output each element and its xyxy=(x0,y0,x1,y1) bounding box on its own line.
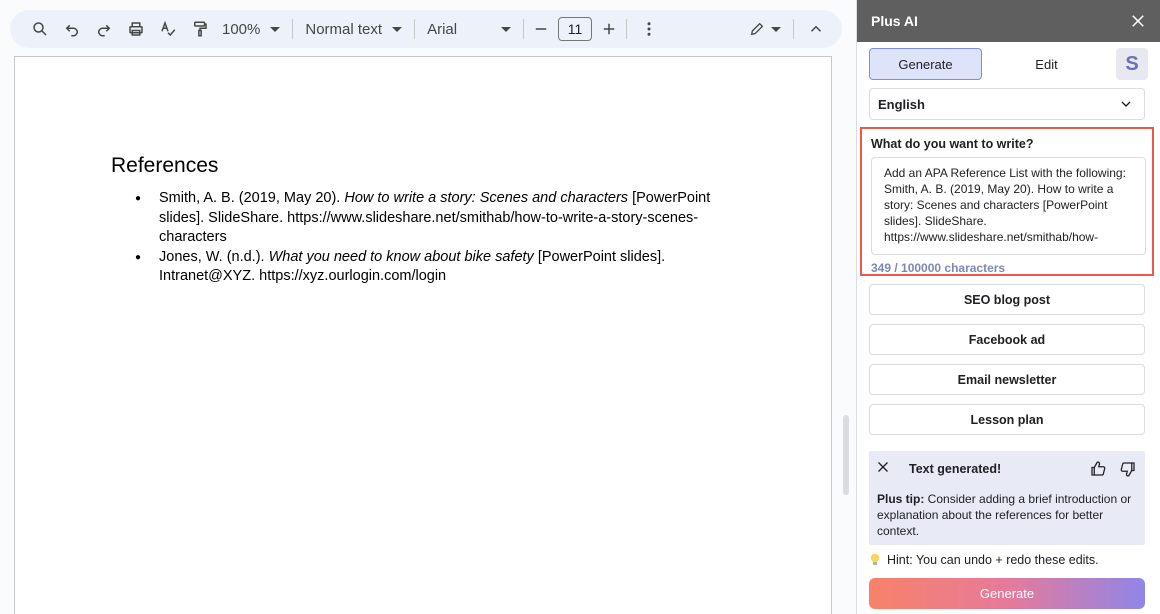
style-select[interactable]: Normal text xyxy=(299,13,408,45)
toolbar-divider xyxy=(626,19,628,39)
reference-author: Smith, A. B. (2019, May 20). xyxy=(159,190,345,206)
chevron-down-icon xyxy=(1121,101,1131,107)
tip-label: Plus tip: xyxy=(877,492,925,506)
panel-tabs: Generate Edit S xyxy=(869,48,1148,80)
hint-text: Hint: You can undo + redo these edits. xyxy=(869,553,1099,567)
prompt-textarea[interactable]: Add an APA Reference List with the follo… xyxy=(871,157,1146,255)
font-value: Arial xyxy=(427,20,458,38)
result-card: Text generated! Plus tip: Consider addin… xyxy=(869,451,1145,545)
chevron-down-icon xyxy=(392,26,403,32)
decrease-font-size-icon[interactable] xyxy=(530,13,552,45)
toolbar-divider xyxy=(793,19,794,39)
result-title: Text generated! xyxy=(909,462,1002,476)
reference-title: How to write a story: Scenes and charact… xyxy=(344,190,629,206)
character-count: 349 / 100000 characters xyxy=(871,261,1006,275)
reference-author: Jones, W. (n.d.). xyxy=(159,248,269,265)
prompt-section: What do you want to write? Add an APA Re… xyxy=(860,127,1154,276)
toolbar-divider xyxy=(292,19,294,39)
panel-title: Plus AI xyxy=(871,13,918,29)
reference-list: Smith, A. B. (2019, May 20). How to writ… xyxy=(135,189,735,287)
chevron-down-icon xyxy=(771,26,781,32)
tab-edit[interactable]: Edit xyxy=(990,48,1103,80)
font-size-input[interactable]: 11 xyxy=(558,17,593,41)
editing-mode-icon[interactable] xyxy=(743,13,787,45)
avatar[interactable]: S xyxy=(1116,48,1148,80)
close-icon[interactable] xyxy=(1130,13,1146,29)
docs-area: 100% Normal text Arial 11 References ● S… xyxy=(0,0,856,614)
reference-title: What you need to know about bike safety xyxy=(268,248,534,265)
print-icon[interactable] xyxy=(120,13,152,45)
undo-icon[interactable] xyxy=(56,13,88,45)
style-value: Normal text xyxy=(305,20,383,38)
thumbs-down-icon[interactable] xyxy=(1119,460,1137,478)
tab-generate[interactable]: Generate xyxy=(869,48,982,80)
panel-header: Plus AI xyxy=(857,0,1160,42)
search-icon[interactable] xyxy=(24,13,56,45)
increase-font-size-icon[interactable] xyxy=(598,13,620,45)
language-value: English xyxy=(878,96,925,112)
plus-ai-panel: Plus AI Generate Edit S English What do … xyxy=(856,0,1160,614)
more-options-icon[interactable] xyxy=(633,13,665,45)
document-scrollbar[interactable] xyxy=(843,415,849,495)
document-heading: References xyxy=(111,154,219,177)
paint-format-icon[interactable] xyxy=(184,13,216,45)
chevron-down-icon xyxy=(501,26,512,32)
prompt-label: What do you want to write? xyxy=(871,137,1034,151)
language-select[interactable]: English xyxy=(869,88,1145,120)
toolbar-divider xyxy=(414,19,416,39)
thumbs-up-icon[interactable] xyxy=(1089,460,1107,478)
preset-email-newsletter[interactable]: Email newsletter xyxy=(869,364,1145,395)
preset-seo-blog-post[interactable]: SEO blog post xyxy=(869,284,1145,315)
redo-icon[interactable] xyxy=(88,13,120,45)
preset-facebook-ad[interactable]: Facebook ad xyxy=(869,324,1145,355)
document-page[interactable]: References Smith, A. B. (2019, May 20). … xyxy=(14,56,832,614)
zoom-select[interactable]: 100% xyxy=(216,13,286,45)
collapse-toolbar-icon[interactable] xyxy=(800,13,832,45)
chevron-down-icon xyxy=(270,26,281,32)
docs-toolbar: 100% Normal text Arial 11 xyxy=(10,10,842,48)
reference-item: Jones, W. (n.d.). What you need to know … xyxy=(135,248,735,287)
zoom-value: 100% xyxy=(222,20,261,38)
dismiss-icon[interactable] xyxy=(877,460,893,478)
toolbar-divider xyxy=(523,19,525,39)
spellcheck-icon[interactable] xyxy=(152,13,184,45)
font-select[interactable]: Arial xyxy=(421,13,517,45)
lightbulb-icon xyxy=(870,553,880,565)
result-header: Text generated! xyxy=(869,451,1145,487)
plus-tip: Plus tip: Consider adding a brief introd… xyxy=(869,487,1145,539)
preset-lesson-plan[interactable]: Lesson plan xyxy=(869,404,1145,435)
generate-button[interactable]: Generate xyxy=(869,578,1145,609)
reference-item: Smith, A. B. (2019, May 20). How to writ… xyxy=(135,189,735,248)
hint-label: Hint: You can undo + redo these edits. xyxy=(887,553,1099,567)
